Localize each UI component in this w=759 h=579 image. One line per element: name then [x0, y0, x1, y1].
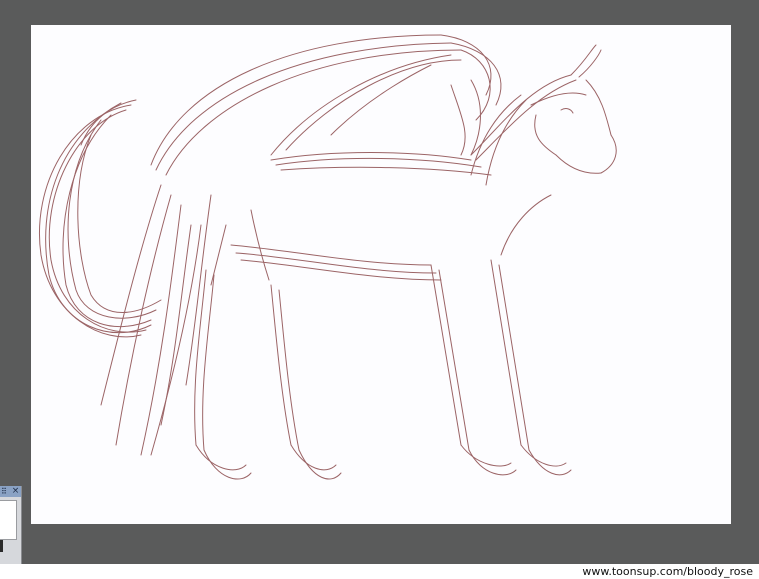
tool-palette[interactable]: ⠿ × — [0, 486, 22, 564]
palette-titlebar[interactable]: ⠿ × — [0, 486, 21, 497]
drawing-canvas[interactable] — [31, 25, 731, 524]
sketch-drawing — [39, 34, 617, 480]
palette-panel[interactable] — [0, 500, 17, 540]
workspace — [0, 0, 759, 564]
close-icon[interactable]: × — [11, 487, 20, 496]
tool-icon[interactable] — [0, 540, 3, 552]
grip-icon[interactable]: ⠿ — [1, 488, 7, 496]
watermark-text: www.toonsup.com/bloody_rose — [582, 565, 753, 578]
